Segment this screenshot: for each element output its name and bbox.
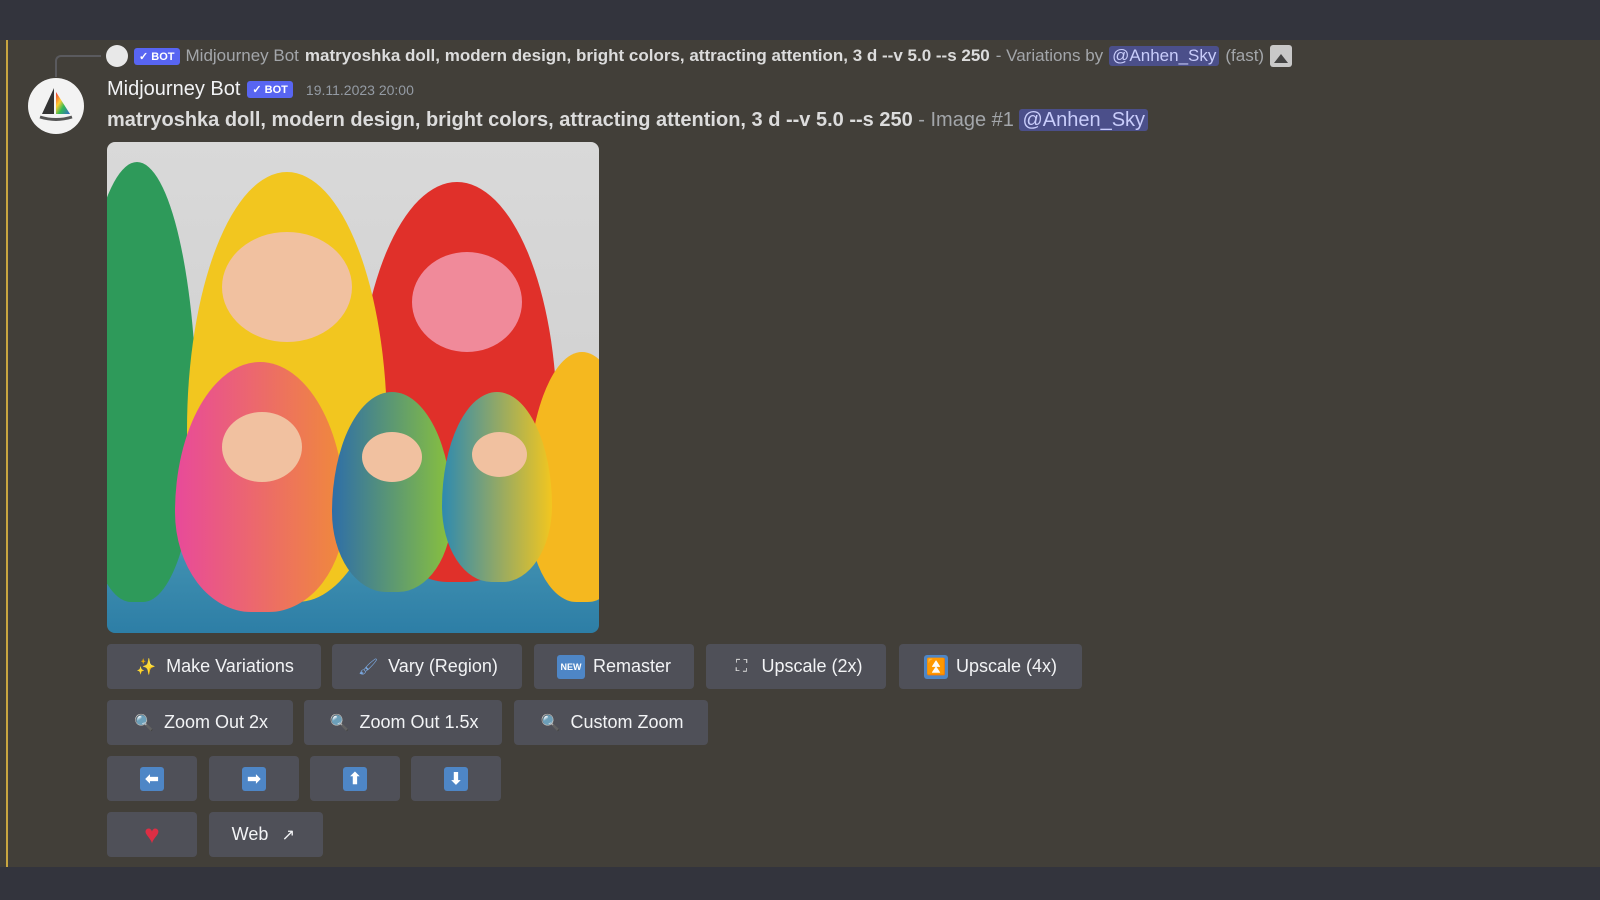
zoom-out-1.5x-button[interactable]: 🔍 Zoom Out 1.5x	[304, 700, 502, 745]
upscale-4x-button[interactable]: ⏫ Upscale (4x)	[899, 644, 1082, 689]
arrow-left-icon: ⬅	[140, 766, 164, 791]
pan-right-button[interactable]: ➡	[209, 756, 299, 801]
button-label: Zoom Out 1.5x	[359, 712, 479, 732]
external-link-icon: ↗	[281, 826, 296, 844]
button-label: Zoom Out 2x	[163, 712, 269, 732]
new-icon: NEW	[556, 654, 585, 679]
bottom-bar	[0, 867, 1600, 900]
sailboat-logo-icon	[39, 88, 73, 121]
reply-mention[interactable]: @Anhen_Sky	[1109, 46, 1220, 66]
bot-badge: ✓ BOT	[247, 81, 293, 98]
favorite-button[interactable]: ♥	[107, 812, 197, 857]
reply-preview[interactable]: ✓ BOT Midjourney Bot matryoshka doll, mo…	[106, 44, 1293, 68]
arrow-down-icon: ⬇	[444, 766, 468, 791]
expand-icon: ⛶	[735, 657, 748, 675]
remaster-button[interactable]: NEW Remaster	[534, 644, 694, 689]
message-mention[interactable]: @Anhen_Sky	[1019, 109, 1149, 131]
upscale-2x-button[interactable]: ⛶ Upscale (2x)	[706, 644, 886, 689]
magnifier-icon: 🔍	[329, 714, 350, 732]
pan-down-button[interactable]: ⬇	[411, 756, 501, 801]
magnifier-icon: 🔍	[540, 714, 561, 732]
avatar[interactable]	[28, 78, 84, 134]
button-label: Vary (Region)	[388, 656, 498, 676]
pan-left-button[interactable]: ⬅	[107, 756, 197, 801]
top-bar	[0, 0, 1600, 40]
message-suffix: - Image #1	[918, 109, 1014, 131]
message-header: Midjourney Bot ✓ BOT 19.11.2023 20:00	[107, 78, 414, 101]
bot-badge: ✓ BOT	[134, 47, 180, 65]
upload-arrow-icon: ⏫	[923, 654, 948, 679]
reply-suffix: - Variations by	[995, 46, 1104, 65]
reply-connector	[55, 55, 101, 77]
message-prompt: matryoshka doll, modern design, bright c…	[107, 109, 913, 131]
timestamp: 19.11.2023 20:00	[305, 81, 414, 98]
author-name[interactable]: Midjourney Bot	[107, 78, 240, 101]
message-content: matryoshka doll, modern design, bright c…	[107, 109, 1149, 132]
generated-image[interactable]	[107, 142, 599, 633]
paintbrush-icon: 🖌	[357, 658, 379, 676]
heart-icon: ♥	[144, 819, 160, 849]
button-label: Upscale (2x)	[761, 656, 863, 676]
button-label: Web	[231, 824, 269, 844]
arrow-right-icon: ➡	[242, 766, 266, 791]
button-label: Remaster	[592, 656, 672, 676]
magnifier-icon: 🔍	[134, 714, 154, 732]
reply-avatar	[106, 45, 128, 67]
image-icon	[1270, 45, 1293, 67]
pan-up-button[interactable]: ⬆	[310, 756, 400, 801]
arrow-up-icon: ⬆	[343, 766, 367, 791]
make-variations-button[interactable]: ✨ Make Variations	[107, 644, 321, 689]
web-link-button[interactable]: Web ↗	[209, 812, 323, 857]
button-label: Make Variations	[166, 656, 294, 676]
vary-region-button[interactable]: 🖌 Vary (Region)	[332, 644, 522, 689]
custom-zoom-button[interactable]: 🔍 Custom Zoom	[514, 700, 708, 745]
reply-author[interactable]: Midjourney Bot	[186, 46, 299, 66]
zoom-out-2x-button[interactable]: 🔍 Zoom Out 2x	[107, 700, 293, 745]
button-label: Custom Zoom	[570, 712, 684, 732]
reply-prompt: matryoshka doll, modern design, bright c…	[304, 46, 990, 65]
button-label: Upscale (4x)	[955, 656, 1058, 676]
reply-speed: (fast)	[1225, 46, 1265, 65]
highlight-bar	[6, 40, 8, 867]
sparkles-icon: ✨	[136, 658, 157, 676]
